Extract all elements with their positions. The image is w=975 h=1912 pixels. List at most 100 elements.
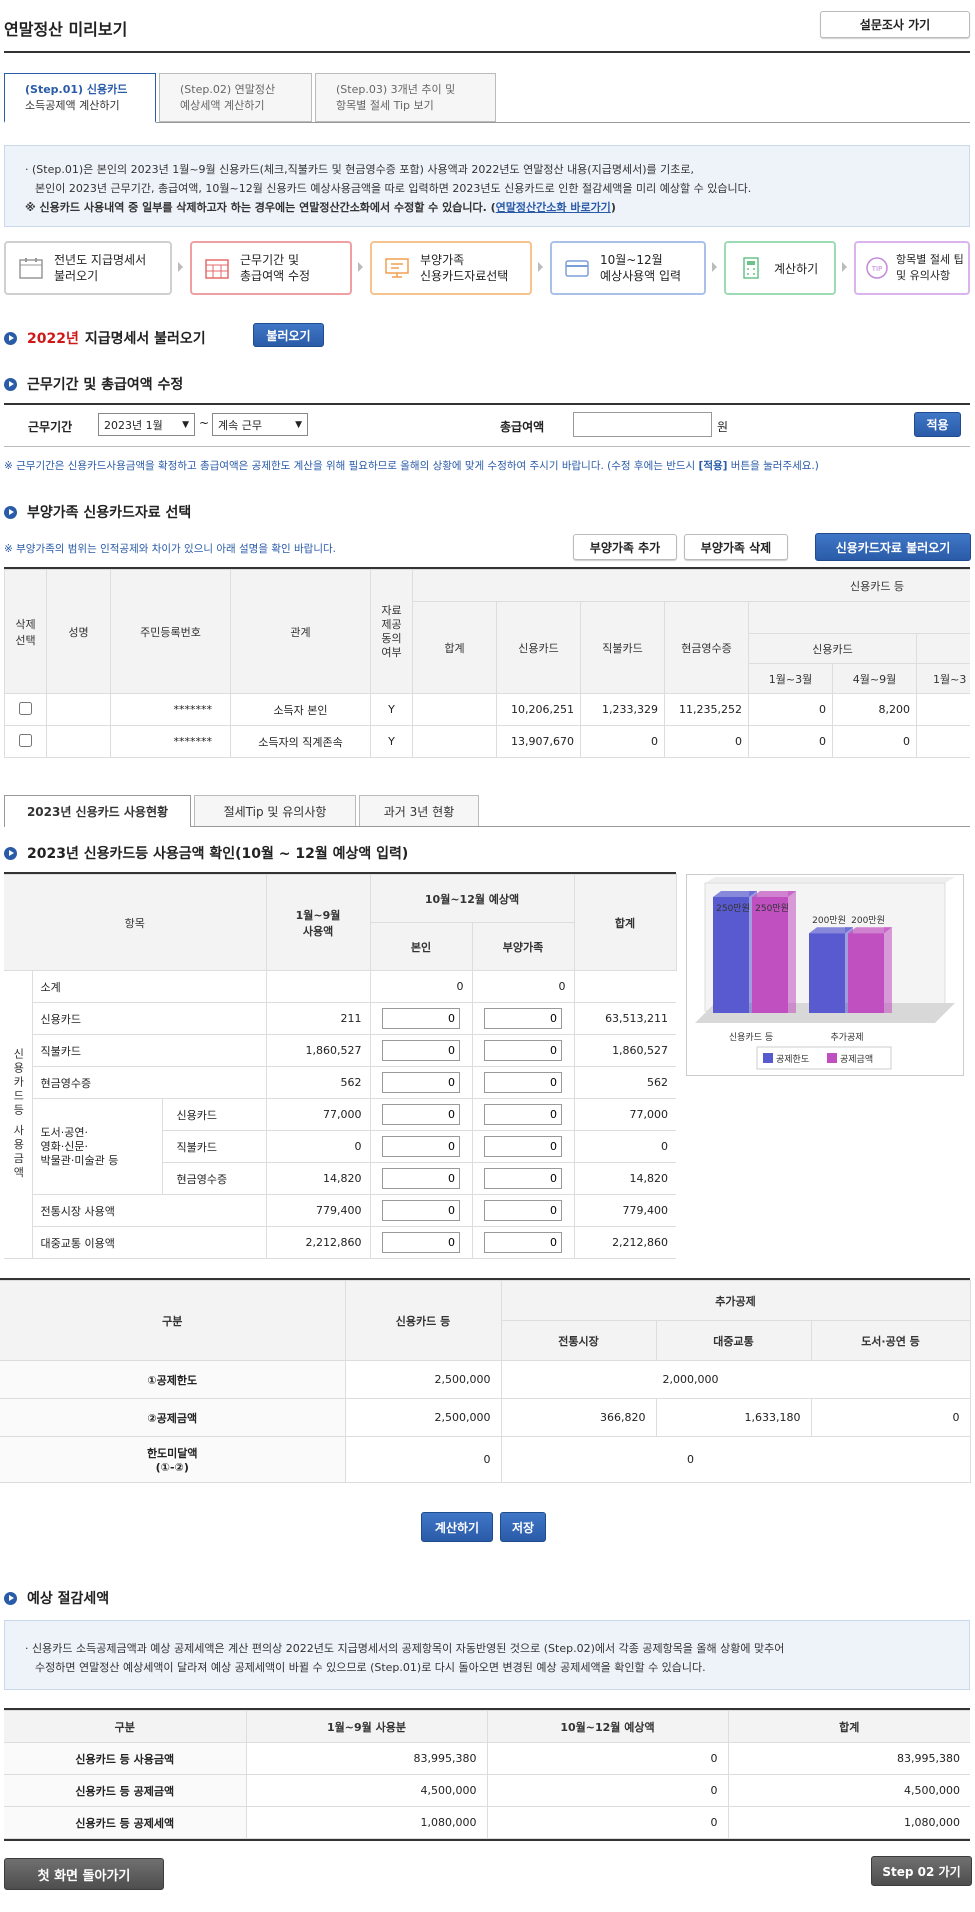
- process-step-2-l2: 총급여액 수정: [240, 269, 311, 283]
- section-usage-title: 2023년 신용카드등 사용금액 확인(10월 ~ 12월 예상액 입력): [27, 846, 409, 862]
- col-savings-expect: 10월~12월 예상액: [486, 1710, 729, 1743]
- save-button[interactable]: 저장: [500, 1512, 546, 1542]
- chart-bar: [713, 897, 749, 1013]
- self-expect-input[interactable]: [382, 1072, 461, 1093]
- tab-tax-tips[interactable]: 절세Tip 및 유의사항: [194, 795, 356, 826]
- row-amount-book: 0: [810, 1398, 971, 1437]
- section-dependents-title: 부양가족 신용카드자료 선택: [27, 505, 192, 521]
- period-end-value: 계속 근무: [218, 418, 262, 432]
- chart-bar: [809, 933, 845, 1013]
- usage-row-label: 전통시장 사용액: [31, 1194, 267, 1227]
- period-note-c: 버튼을 눌러주세요.): [727, 460, 819, 472]
- savings-row-label: 신용카드 등 공제세액: [4, 1806, 247, 1839]
- process-step-1-l2: 불러오기: [54, 269, 99, 283]
- dependent-expect-input[interactable]: [484, 1104, 563, 1125]
- info-line-3-end: ): [610, 201, 616, 214]
- row-total: [412, 725, 497, 758]
- row-total: [412, 693, 497, 726]
- row-m49: 8,200: [832, 693, 917, 726]
- usage-row-total: 1,860,527: [573, 1034, 677, 1067]
- step-tab-1[interactable]: (Step.01) 신용카드 소득공제액 계산하기: [4, 73, 156, 123]
- row-cash: 0: [664, 725, 749, 758]
- self-expect-input[interactable]: [382, 1104, 461, 1125]
- delete-dependent-button[interactable]: 부양가족 삭제: [684, 534, 788, 560]
- dependent-expect-input[interactable]: [484, 1232, 563, 1253]
- self-expect-input[interactable]: [382, 1168, 461, 1189]
- usage-row-total: 14,820: [573, 1162, 677, 1195]
- self-expect-input[interactable]: [382, 1040, 461, 1061]
- step-tab-3-label2: 항목별 절세 Tip 보기: [336, 99, 434, 112]
- period-start-select[interactable]: 2023년 1월 ▼: [98, 413, 195, 436]
- table-row: 직불카드1,860,5271,860,527: [4, 1034, 677, 1067]
- bullet-icon: [4, 377, 17, 391]
- calculator-icon: [743, 257, 759, 279]
- calculate-button[interactable]: 계산하기: [421, 1512, 493, 1542]
- tab-usage-status[interactable]: 2023년 신용카드 사용현황: [4, 795, 191, 827]
- self-expect-input[interactable]: [382, 1232, 461, 1253]
- col-extra: 추가공제: [500, 1280, 971, 1321]
- col-savings-div: 구분: [4, 1710, 247, 1743]
- survey-button[interactable]: 설문조사 가기: [820, 11, 970, 38]
- chart-legend-label: 공제금액: [840, 1053, 873, 1065]
- savings-row-expect: 0: [486, 1806, 729, 1839]
- row-relation: 소득자 본인: [230, 693, 371, 726]
- row-rrn: *******: [110, 693, 231, 726]
- tab-past-3-years[interactable]: 과거 3년 현황: [359, 795, 479, 826]
- savings-row-expect: 0: [486, 1742, 729, 1775]
- dependent-expect-input[interactable]: [484, 1200, 563, 1221]
- dependent-expect-input[interactable]: [484, 1008, 563, 1029]
- period-note: ※ 근무기간은 신용카드사용금액을 확정하고 총급여액은 공제한도 계산을 위해…: [4, 458, 819, 473]
- row-name: [46, 693, 111, 726]
- dependent-expect-input[interactable]: [484, 1072, 563, 1093]
- period-end-select[interactable]: 계속 근무 ▼: [212, 413, 308, 436]
- bullet-icon: [4, 331, 17, 345]
- dependent-expect-input[interactable]: [484, 1168, 563, 1189]
- deduction-chart: 250만원 250만원 신용카드 등 200만원 200만원 추가공제 공제한도 공제금액: [686, 874, 964, 1076]
- process-arrow: [538, 262, 543, 272]
- salary-input[interactable]: [573, 412, 712, 437]
- load-button[interactable]: 불러오기: [253, 323, 324, 347]
- row-m13: 0: [748, 693, 833, 726]
- process-step-6-l2: 및 유의사항: [896, 269, 951, 282]
- page-title: 연말정산 미리보기: [4, 20, 128, 39]
- table-row: 전통시장 사용액779,400779,400: [4, 1194, 677, 1227]
- back-to-start-button[interactable]: 첫 화면 돌아가기: [4, 1858, 164, 1890]
- chart-data-label: 200만원: [851, 915, 885, 926]
- self-expect-input[interactable]: [382, 1200, 461, 1221]
- self-expect-input[interactable]: [382, 1136, 461, 1157]
- col-relation: 관계: [230, 569, 371, 694]
- savings-row-expect: 0: [486, 1774, 729, 1807]
- step02-button[interactable]: Step 02 가기: [871, 1856, 972, 1886]
- process-step-5: 계산하기: [724, 241, 836, 295]
- usage-row-used: 779,400: [265, 1194, 371, 1227]
- dependent-expect-input[interactable]: [484, 1040, 563, 1061]
- row-select-checkbox[interactable]: [19, 701, 32, 715]
- simplification-link[interactable]: 연말정산간소화 바로가기: [496, 201, 611, 214]
- process-step-4-l1: 10월~12월: [600, 253, 663, 267]
- row-cash: 11,235,252: [664, 693, 749, 726]
- dependent-expect-input[interactable]: [484, 1136, 563, 1157]
- col-item: 항목: [4, 874, 267, 971]
- table-row: ******* 소득자 본인 Y 10,206,251 1,233,329 11…: [4, 693, 970, 726]
- col-div: 구분: [0, 1280, 346, 1361]
- step-tab-3[interactable]: (Step.03) 3개년 추이 및 항목별 절세 Tip 보기: [315, 73, 496, 122]
- add-dependent-button[interactable]: 부양가족 추가: [573, 534, 677, 560]
- row-credit: 10,206,251: [496, 693, 581, 726]
- header-divider: [4, 51, 970, 53]
- load-card-data-button[interactable]: 신용카드자료 불러오기: [815, 533, 971, 561]
- chart-data-label: 200만원: [812, 915, 846, 926]
- row-credit: 13,907,670: [496, 725, 581, 758]
- step-tab-2[interactable]: (Step.02) 연말정산 예상세액 계산하기: [159, 73, 312, 122]
- savings-row-used: 1,080,000: [245, 1806, 488, 1839]
- apply-button[interactable]: 적용: [914, 412, 961, 437]
- col-select: 삭제 선택: [4, 569, 47, 694]
- self-expect-input[interactable]: [382, 1008, 461, 1029]
- bullet-icon: [4, 846, 17, 860]
- row-select-checkbox[interactable]: [19, 733, 32, 747]
- row-m13: 0: [748, 725, 833, 758]
- savings-row-total: 4,500,000: [727, 1774, 970, 1807]
- savings-info-1: 신용카드 소득공제금액과 예상 공제세액은 계산 편의상 2022년도 지급명세…: [32, 1642, 785, 1655]
- usage-row-used: 0: [265, 1130, 371, 1163]
- chart-legend-swatch: [763, 1053, 773, 1063]
- usage-row-label: 현금영수증: [161, 1162, 267, 1195]
